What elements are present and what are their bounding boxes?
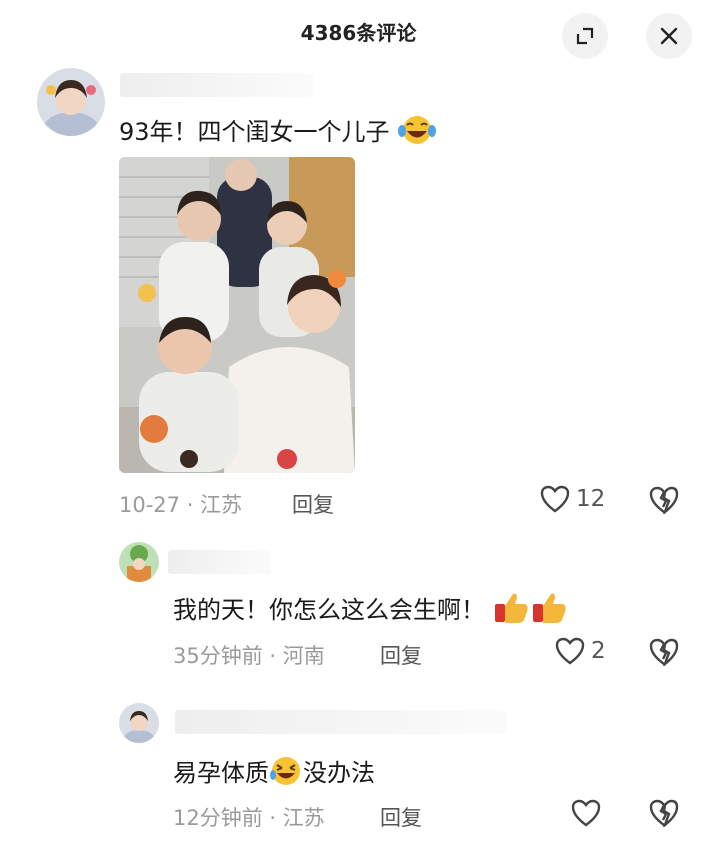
comment-date: 35分钟前 <box>173 644 263 668</box>
comment-location: 江苏 <box>282 806 325 830</box>
comment-date: 10-27 <box>119 493 181 517</box>
broken-heart-icon <box>649 638 679 668</box>
like-count: 12 <box>576 486 606 512</box>
avatar[interactable] <box>119 703 159 743</box>
reply-button[interactable]: 回复 <box>292 489 334 519</box>
comment-meta: 35分钟前 · 河南 <box>173 644 325 668</box>
comment-location: 河南 <box>282 644 325 668</box>
comment-text: 易孕体质 没办法 <box>173 753 375 793</box>
comment-text: 93年！四个闺女一个儿子 <box>119 112 437 152</box>
like-button[interactable] <box>571 799 601 827</box>
username-blurred[interactable] <box>168 550 271 574</box>
heart-icon <box>540 485 570 513</box>
like-count: 2 <box>591 638 606 664</box>
expand-button[interactable] <box>562 13 608 59</box>
close-icon <box>660 27 678 45</box>
like-button[interactable]: 2 <box>555 637 606 665</box>
comment-meta: 10-27 · 江苏 <box>119 493 243 517</box>
username-blurred[interactable] <box>175 710 507 734</box>
avatar[interactable] <box>37 68 105 136</box>
comment-date: 12分钟前 <box>173 806 263 830</box>
dislike-button[interactable] <box>649 486 679 518</box>
expand-icon <box>576 27 594 45</box>
dislike-button[interactable] <box>649 638 679 670</box>
heart-icon <box>571 799 601 827</box>
close-button[interactable] <box>646 13 692 59</box>
comment-location: 江苏 <box>200 493 243 517</box>
like-button[interactable]: 12 <box>540 485 605 513</box>
broken-heart-icon <box>649 799 679 829</box>
avatar-image <box>37 68 105 136</box>
comment-text: 我的天！你怎么这么会生啊！ <box>173 590 569 632</box>
dislike-button[interactable] <box>649 799 679 831</box>
avatar[interactable] <box>119 542 159 582</box>
reply-button[interactable]: 回复 <box>380 640 422 670</box>
comment-meta: 12分钟前 · 江苏 <box>173 806 325 830</box>
rolling-laughing-emoji <box>269 755 303 793</box>
broken-heart-icon <box>649 486 679 516</box>
avatar-image <box>119 703 159 743</box>
comment-photo[interactable] <box>119 157 355 473</box>
avatar-image <box>119 542 159 582</box>
reply-button[interactable]: 回复 <box>380 802 422 832</box>
thumbs-up-emoji <box>493 590 569 632</box>
username-blurred[interactable] <box>120 73 313 97</box>
laughing-tears-emoji <box>397 114 437 152</box>
comment-count-title: 4386条评论 <box>300 21 417 45</box>
children-photo <box>119 157 355 473</box>
heart-icon <box>555 637 585 665</box>
